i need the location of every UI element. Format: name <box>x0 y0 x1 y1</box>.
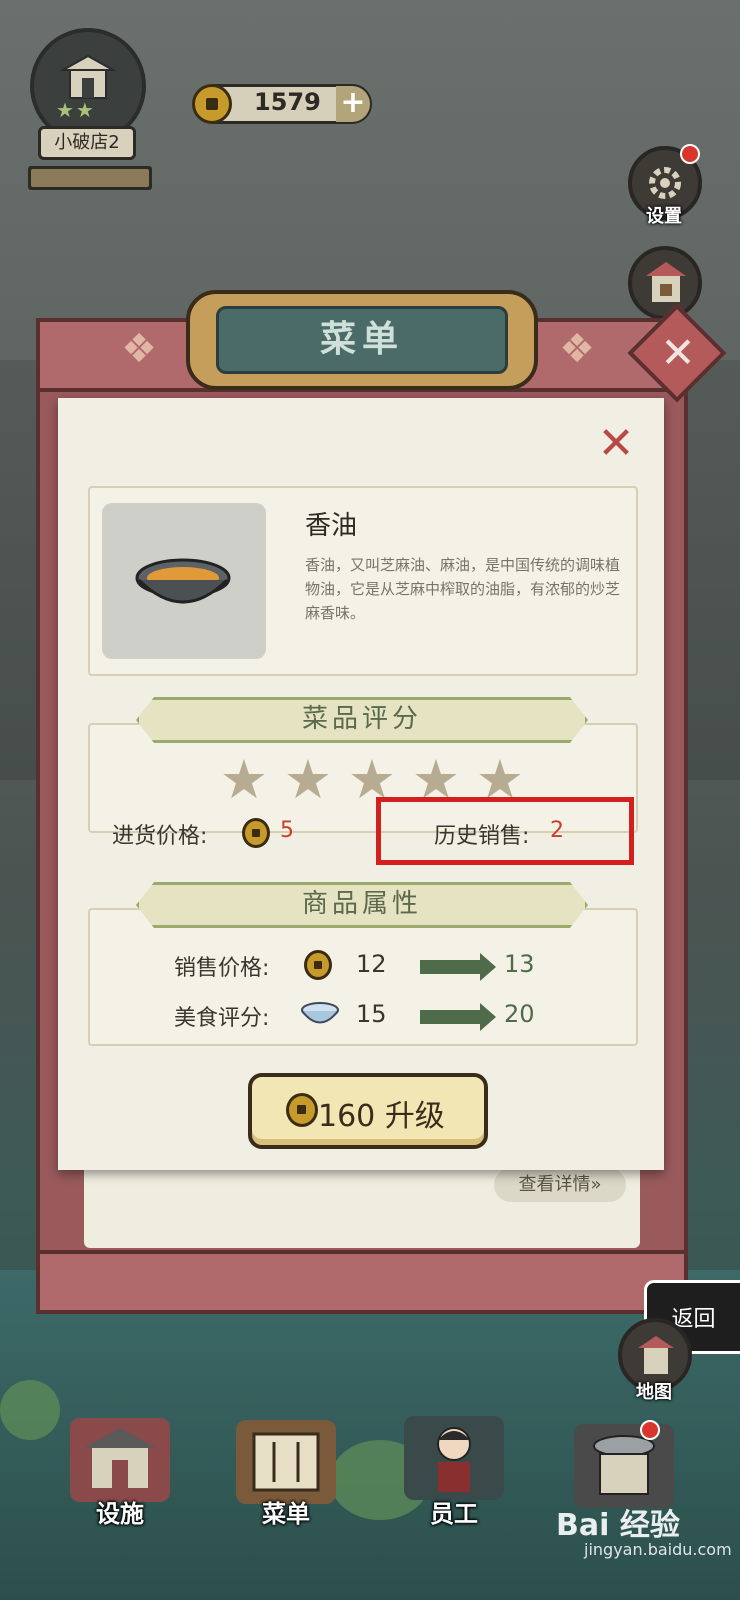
sale-price-next: 13 <box>504 950 535 978</box>
sale-price-label: 销售价格: <box>174 956 270 981</box>
staff-button[interactable] <box>404 1416 504 1500</box>
purchase-price-value: 5 <box>280 818 294 843</box>
scroll-menu-icon <box>252 1432 320 1492</box>
food-score-label: 美食评分: <box>174 1006 270 1031</box>
house-icon <box>59 54 117 99</box>
history-sales-label: 历史销售: <box>434 824 530 849</box>
menu-nav-button[interactable] <box>236 1420 336 1504</box>
sale-price-current: 12 <box>356 950 387 978</box>
kitchen-button[interactable] <box>574 1424 674 1508</box>
nav-staff-label: 员工 <box>430 1500 478 1528</box>
star-icon: ★ <box>219 748 269 811</box>
close-icon: ✕ <box>660 328 696 377</box>
coin-value: 1579 <box>254 88 321 116</box>
store-icon <box>646 262 686 302</box>
settings-label: 设置 <box>646 206 682 227</box>
item-description: 香油，又叫芝麻油、麻油，是中国传统的调味植物油，它是从芝麻中榨取的油脂，有浓郁的… <box>305 556 621 622</box>
shop-progress-bar <box>28 166 152 190</box>
flower-ornament-icon: ❖ <box>559 326 595 372</box>
coin-icon <box>304 950 332 980</box>
notification-dot <box>680 144 700 164</box>
map-label: 地图 <box>636 1382 672 1403</box>
nav-menu-label: 菜单 <box>262 1500 310 1528</box>
add-coins-button[interactable]: + <box>336 86 370 122</box>
menu-title: 菜单 <box>216 306 508 374</box>
baidu-watermark-url: jingyan.baidu.com <box>584 1540 732 1559</box>
shop-name: 小破店2 <box>38 126 136 160</box>
popup-close-button[interactable]: ✕ <box>596 422 636 466</box>
shop-button[interactable] <box>628 246 702 320</box>
arrow-right-icon <box>420 953 496 981</box>
menu-board-footer <box>36 1250 688 1314</box>
history-sales-value: 2 <box>550 818 564 843</box>
coin-icon <box>242 818 270 848</box>
map-pavilion-icon <box>638 1336 674 1374</box>
lotus-leaf <box>0 1380 60 1440</box>
purchase-price-label: 进货价格: <box>112 824 208 849</box>
upgrade-text: 升级 <box>384 1099 445 1134</box>
coin-icon <box>192 84 232 124</box>
staff-character-icon <box>437 1427 471 1492</box>
food-score-current: 15 <box>356 1000 387 1028</box>
gear-icon <box>649 167 681 199</box>
baidu-watermark-logo: Bai 经验 <box>556 1508 680 1543</box>
stove-icon <box>593 1435 655 1495</box>
view-details-button[interactable]: 查看详情» <box>494 1168 626 1202</box>
flower-ornament-icon: ❖ <box>121 326 157 372</box>
building-icon <box>84 1428 156 1488</box>
shop-progress-fill <box>31 169 149 187</box>
star-icon: ★ <box>283 748 333 811</box>
rating-header: 菜品评分 <box>136 697 588 743</box>
item-name: 香油 <box>305 511 358 541</box>
nav-facilities-label: 设施 <box>96 1500 144 1528</box>
notification-dot <box>640 1420 660 1440</box>
bowl-icon <box>301 1002 339 1024</box>
upgrade-cost: 160 <box>318 1099 376 1134</box>
facilities-button[interactable] <box>70 1418 170 1502</box>
arrow-right-icon <box>420 1003 496 1031</box>
attributes-header: 商品属性 <box>136 882 588 928</box>
food-score-next: 20 <box>504 1000 535 1028</box>
shop-level-stars: ★★ <box>56 98 96 122</box>
sesame-oil-bowl-icon <box>135 558 231 604</box>
upgrade-button-label: 160 升级 <box>318 1091 445 1135</box>
coin-icon <box>286 1093 318 1127</box>
